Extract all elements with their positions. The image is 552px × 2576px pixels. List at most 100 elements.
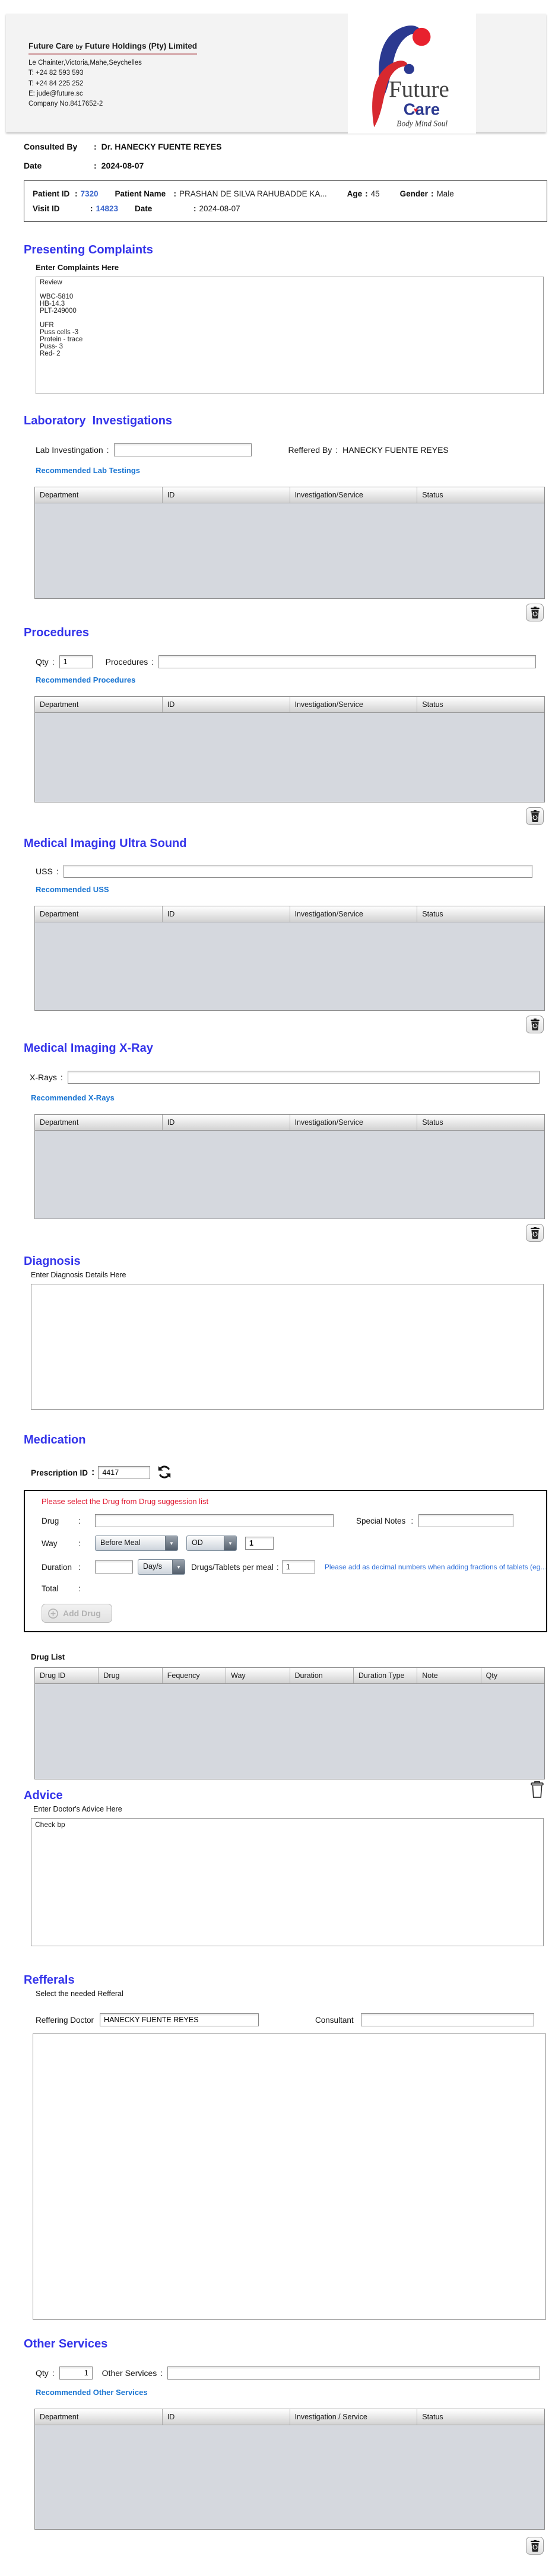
lab-investigation-input[interactable] bbox=[113, 443, 252, 456]
lab-trash-row bbox=[0, 604, 544, 621]
duration-input[interactable] bbox=[95, 1560, 133, 1573]
other-services-input-label: Other Services bbox=[101, 2368, 157, 2378]
add-drug-button[interactable]: Add Drug bbox=[42, 1604, 112, 1623]
column-header-department[interactable]: Department bbox=[35, 1115, 163, 1130]
column-header-investigation-service[interactable]: Investigation/Service bbox=[290, 487, 418, 503]
column-header-investigation-service[interactable]: Investigation/Service bbox=[290, 1115, 418, 1130]
referrals-heading: Refferals bbox=[24, 1974, 75, 1987]
frequency-select[interactable]: OD ▼ bbox=[186, 1536, 237, 1551]
gender-value: Male bbox=[436, 189, 454, 198]
company-logo: Future Care ♥ Body Mind Soul bbox=[348, 12, 476, 134]
column-header-way[interactable]: Way bbox=[226, 1668, 290, 1683]
column-header-duration[interactable]: Duration bbox=[290, 1668, 354, 1683]
column-header-status[interactable]: Status bbox=[417, 2409, 544, 2425]
column-header-investigation-service[interactable]: Investigation / Service bbox=[290, 2409, 418, 2425]
column-header-department[interactable]: Department bbox=[35, 2409, 163, 2425]
presenting-complaints-heading: Presenting Complaints bbox=[24, 243, 153, 256]
column-header-department[interactable]: Department bbox=[35, 487, 163, 503]
column-header-status[interactable]: Status bbox=[417, 1115, 544, 1130]
xray-table: Department ID Investigation/Service Stat… bbox=[34, 1114, 545, 1219]
column-header-investigation-service[interactable]: Investigation/Service bbox=[290, 697, 418, 712]
procedures-qty-label: Qty bbox=[36, 657, 49, 667]
letterhead-text: Future Care by Future Holdings (Pty) Lim… bbox=[28, 41, 197, 109]
diagnosis-section: Diagnosis Enter Diagnosis Details Here bbox=[0, 1255, 552, 1410]
procedures-qty-input[interactable] bbox=[59, 655, 93, 668]
xray-delete-button[interactable] bbox=[526, 1224, 544, 1242]
trash-recycle-icon bbox=[530, 1019, 540, 1030]
way-selected-value: Before Meal bbox=[100, 1538, 141, 1547]
refresh-icon bbox=[158, 1465, 171, 1479]
column-header-id[interactable]: ID bbox=[163, 1115, 290, 1130]
patient-id-label: Patient ID bbox=[33, 189, 70, 198]
medication-heading: Medication bbox=[24, 1433, 86, 1446]
advice-label: Enter Doctor's Advice Here bbox=[33, 1805, 122, 1813]
uss-input-row: USS : bbox=[36, 865, 552, 878]
colon: : bbox=[335, 445, 338, 455]
column-header-status[interactable]: Status bbox=[417, 906, 544, 922]
column-header-investigation-service[interactable]: Investigation/Service bbox=[290, 906, 418, 922]
patient-info-row-1: Patient ID : 7320 Patient Name : PRASHAN… bbox=[33, 189, 538, 198]
procedures-delete-button[interactable] bbox=[526, 807, 544, 825]
column-header-department[interactable]: Department bbox=[35, 697, 163, 712]
patient-name-label: Patient Name bbox=[115, 189, 166, 198]
xray-input[interactable] bbox=[67, 1071, 540, 1084]
visit-date-value: 2024-08-07 bbox=[199, 204, 240, 213]
drug-list-delete-button[interactable] bbox=[529, 1781, 545, 1800]
drug-entry-box: Please select the Drug from Drug suggess… bbox=[24, 1490, 547, 1632]
per-meal-input[interactable] bbox=[281, 1560, 315, 1573]
column-header-id[interactable]: ID bbox=[163, 697, 290, 712]
column-header-duration-type[interactable]: Duration Type bbox=[354, 1668, 418, 1683]
lab-delete-button[interactable] bbox=[526, 604, 544, 621]
column-header-drug[interactable]: Drug bbox=[99, 1668, 163, 1683]
column-header-id[interactable]: ID bbox=[163, 906, 290, 922]
ultrasound-section: Medical Imaging Ultra Sound USS : Recomm… bbox=[0, 837, 552, 1033]
address-line: T: +24 82 593 593 bbox=[28, 69, 84, 77]
special-notes-input[interactable] bbox=[418, 1514, 514, 1527]
other-qty-input[interactable] bbox=[59, 2366, 93, 2380]
procedures-trash-row bbox=[0, 807, 544, 825]
complaints-textarea[interactable]: Review WBC-5810 HB-14.3 PLT-249000 UFR P… bbox=[36, 277, 544, 394]
column-header-note[interactable]: Note bbox=[417, 1668, 481, 1683]
xray-input-label: X-Rays bbox=[30, 1073, 57, 1082]
chevron-down-icon: ▼ bbox=[224, 1536, 236, 1550]
trash-recycle-icon bbox=[530, 810, 540, 822]
column-header-status[interactable]: Status bbox=[417, 487, 544, 503]
table-body-empty bbox=[35, 1684, 544, 1779]
recommended-other-services-label: Recommended Other Services bbox=[36, 2388, 148, 2397]
recommended-lab-testings-label: Recommended Lab Testings bbox=[36, 466, 141, 475]
consultant-input[interactable] bbox=[360, 2013, 534, 2026]
referred-by-value: HANECKY FUENTE REYES bbox=[342, 445, 449, 455]
duration-type-select[interactable]: Day/s ▼ bbox=[138, 1559, 185, 1575]
procedures-input[interactable] bbox=[158, 655, 537, 668]
uss-delete-button[interactable] bbox=[526, 1016, 544, 1033]
diagnosis-textarea[interactable] bbox=[31, 1284, 544, 1410]
way-select[interactable]: Before Meal ▼ bbox=[95, 1536, 178, 1551]
add-drug-label: Add Drug bbox=[63, 1609, 101, 1618]
way-qty-input[interactable] bbox=[245, 1537, 274, 1550]
advice-header-row: Advice bbox=[0, 1781, 552, 1803]
recommended-xrays-label: Recommended X-Rays bbox=[31, 1093, 115, 1102]
column-header-department[interactable]: Department bbox=[35, 906, 163, 922]
column-header-drug-id[interactable]: Drug ID bbox=[35, 1668, 99, 1683]
column-header-id[interactable]: ID bbox=[163, 2409, 290, 2425]
advice-textarea[interactable]: Check bp bbox=[31, 1818, 544, 1946]
prescription-id-input[interactable] bbox=[98, 1466, 151, 1479]
gender-label: Gender bbox=[399, 189, 428, 198]
column-header-qty[interactable]: Qty bbox=[481, 1668, 544, 1683]
column-header-frequency[interactable]: Fequency bbox=[163, 1668, 227, 1683]
uss-input[interactable] bbox=[63, 865, 532, 878]
referring-doctor-input[interactable] bbox=[100, 2013, 259, 2026]
table-body-empty bbox=[35, 503, 544, 598]
drug-input[interactable] bbox=[95, 1514, 334, 1527]
trash-recycle-icon bbox=[530, 1227, 540, 1239]
column-header-status[interactable]: Status bbox=[417, 697, 544, 712]
column-header-id[interactable]: ID bbox=[163, 487, 290, 503]
procedures-table: Department ID Investigation/Service Stat… bbox=[34, 696, 545, 802]
logo-tagline: Body Mind Soul bbox=[396, 119, 448, 128]
other-services-delete-button[interactable] bbox=[526, 2537, 544, 2555]
colon: : bbox=[60, 1073, 63, 1082]
refresh-prescription-button[interactable] bbox=[156, 1464, 173, 1481]
table-header: Department ID Investigation / Service St… bbox=[35, 2409, 544, 2425]
other-services-input[interactable] bbox=[167, 2366, 541, 2380]
visit-date-label: Date bbox=[135, 204, 153, 213]
